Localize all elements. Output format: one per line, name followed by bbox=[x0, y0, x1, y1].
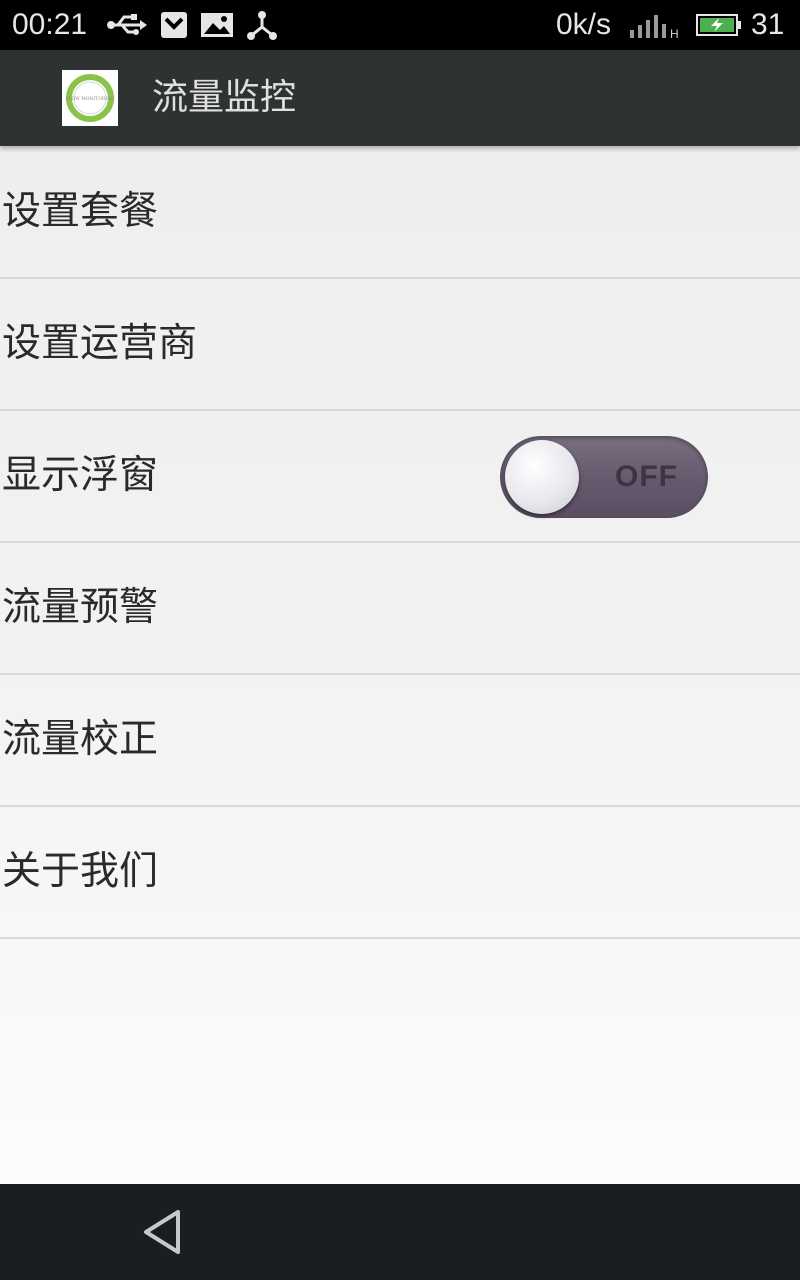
share-icon bbox=[247, 11, 277, 40]
app-logo-text: FLOW MONITORING bbox=[65, 96, 115, 102]
list-item-traffic-alert[interactable]: 流量预警 bbox=[0, 542, 800, 675]
floating-window-toggle[interactable]: OFF bbox=[500, 436, 708, 518]
toggle-state-label: OFF bbox=[615, 460, 678, 493]
action-bar: FLOW MONITORING 流量监控 bbox=[0, 50, 800, 146]
list-item-label: 设置套餐 bbox=[2, 189, 159, 234]
notification-icon bbox=[161, 12, 187, 38]
navigation-bar bbox=[0, 1184, 800, 1280]
toggle-knob bbox=[505, 440, 579, 514]
status-bar: 00:21 0k/s H 31 bbox=[0, 0, 800, 50]
image-icon bbox=[201, 13, 233, 37]
battery-level: 31 bbox=[751, 8, 785, 41]
list-item-label: 设置运营商 bbox=[2, 321, 198, 366]
list-item-label: 关于我们 bbox=[2, 849, 159, 894]
signal-icon: H bbox=[630, 15, 679, 40]
status-time: 00:21 bbox=[12, 8, 88, 41]
app-logo-icon[interactable]: FLOW MONITORING bbox=[62, 70, 118, 126]
list-item-label: 显示浮窗 bbox=[2, 453, 159, 498]
network-speed: 0k/s bbox=[556, 8, 612, 41]
list-item-traffic-calibration[interactable]: 流量校正 bbox=[0, 674, 800, 807]
list-item-set-package[interactable]: 设置套餐 bbox=[0, 146, 800, 279]
settings-list: 设置套餐 设置运营商 显示浮窗 OFF 流量预警 流量校正 关于我们 bbox=[0, 146, 800, 1184]
app-title: 流量监控 bbox=[152, 77, 297, 118]
list-item-set-carrier[interactable]: 设置运营商 bbox=[0, 278, 800, 411]
battery-charging-icon bbox=[696, 14, 741, 36]
back-icon[interactable] bbox=[130, 1202, 194, 1262]
signal-type-label: H bbox=[670, 27, 679, 40]
usb-icon bbox=[107, 14, 147, 35]
list-item-label: 流量预警 bbox=[2, 585, 159, 630]
list-item-floating-window[interactable]: 显示浮窗 OFF bbox=[0, 410, 800, 543]
list-item-label: 流量校正 bbox=[2, 717, 159, 762]
list-item-about-us[interactable]: 关于我们 bbox=[0, 806, 800, 939]
